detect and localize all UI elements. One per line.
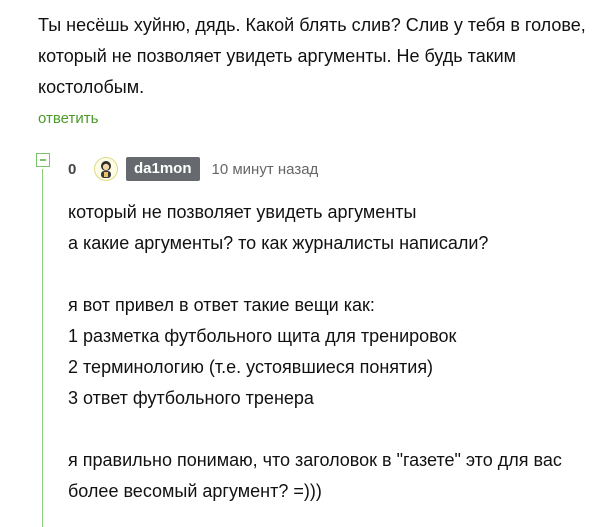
username-badge[interactable]: da1mon [126, 157, 200, 181]
parent-comment-line: который не позволяет увидеть аргументы. … [38, 46, 517, 66]
parent-comment-line: костолобым. [38, 77, 145, 97]
parent-comment-text: Ты несёшь хуйню, дядь. Какой блять слив?… [38, 10, 598, 103]
comment-header: 0 da1mon 10 минут назад [68, 155, 318, 183]
parent-comment-line: Ты несёшь хуйню, дядь. Какой блять слив?… [38, 15, 586, 35]
thread-line[interactable] [42, 169, 43, 527]
comment-body: который не позволяет увидеть аргументы а… [68, 197, 602, 507]
comment-rating: 0 [68, 160, 77, 178]
comment-timestamp[interactable]: 10 минут назад [212, 161, 319, 178]
avatar-icon[interactable] [94, 157, 118, 181]
comment-body-text: который не позволяет увидеть аргументы а… [68, 202, 562, 501]
avatar-image [101, 161, 111, 178]
collapse-thread-button[interactable] [36, 153, 50, 167]
reply-link[interactable]: ответить [38, 110, 98, 127]
reply-comment: 0 da1mon 10 минут назад который не позво… [36, 153, 602, 527]
